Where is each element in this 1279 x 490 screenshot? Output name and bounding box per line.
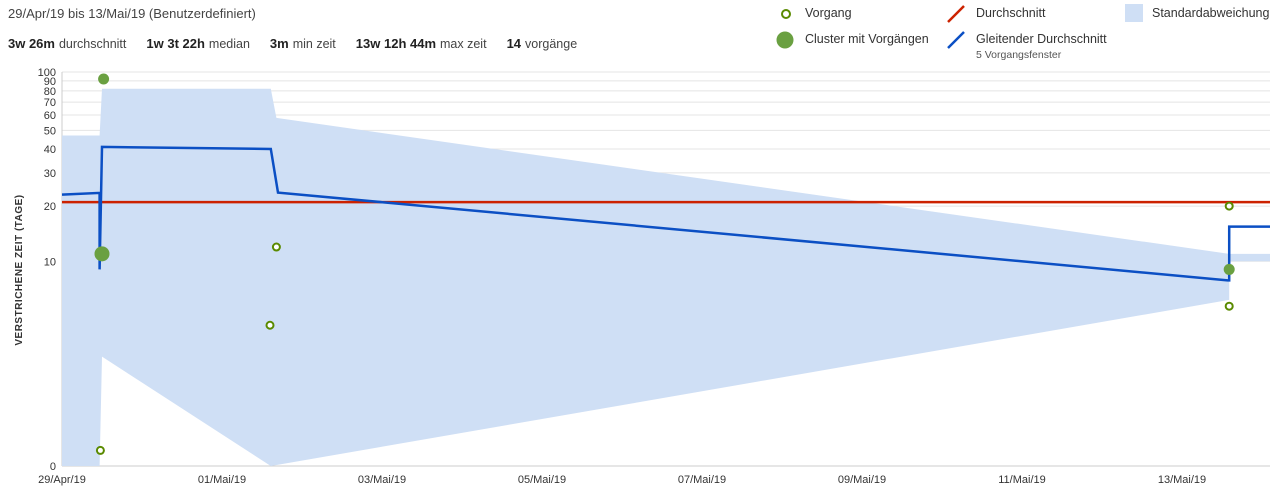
control-chart: 0102030405060708090100 29/Apr/19 01/Mai/1…	[14, 67, 1270, 486]
y-axis-title: VERSTRICHENE ZEIT (TAGE)	[14, 194, 25, 345]
x-tick-label: 11/Mai/19	[998, 474, 1046, 486]
std-deviation-band	[62, 88, 1270, 467]
y-tick-label: 50	[44, 125, 56, 137]
y-tick-label: 0	[50, 461, 56, 473]
y-tick-label: 10	[44, 256, 56, 268]
vorgang-point	[1224, 201, 1234, 211]
x-tick-label: 07/Mai/19	[678, 474, 726, 486]
x-tick-label: 05/Mai/19	[518, 474, 566, 486]
vorgang-point	[95, 445, 105, 455]
y-tick-label: 60	[44, 110, 56, 122]
y-tick-label: 100	[38, 67, 56, 79]
y-tick-label: 40	[44, 144, 56, 156]
x-tick-label: 13/Mai/19	[1158, 474, 1206, 486]
y-tick-label: 20	[44, 201, 56, 213]
x-tick-label: 29/Apr/19	[38, 474, 86, 486]
cluster-point	[94, 246, 110, 262]
vorgang-point	[1224, 301, 1234, 311]
cluster-point	[98, 73, 110, 85]
y-tick-label: 70	[44, 97, 56, 109]
x-tick-label: 01/Mai/19	[198, 474, 246, 486]
vorgang-point	[265, 320, 275, 330]
vorgang-point	[271, 242, 281, 252]
x-tick-label: 03/Mai/19	[358, 474, 406, 486]
cluster-point	[1223, 263, 1235, 275]
y-tick-label: 30	[44, 168, 56, 180]
x-tick-label: 09/Mai/19	[838, 474, 886, 486]
